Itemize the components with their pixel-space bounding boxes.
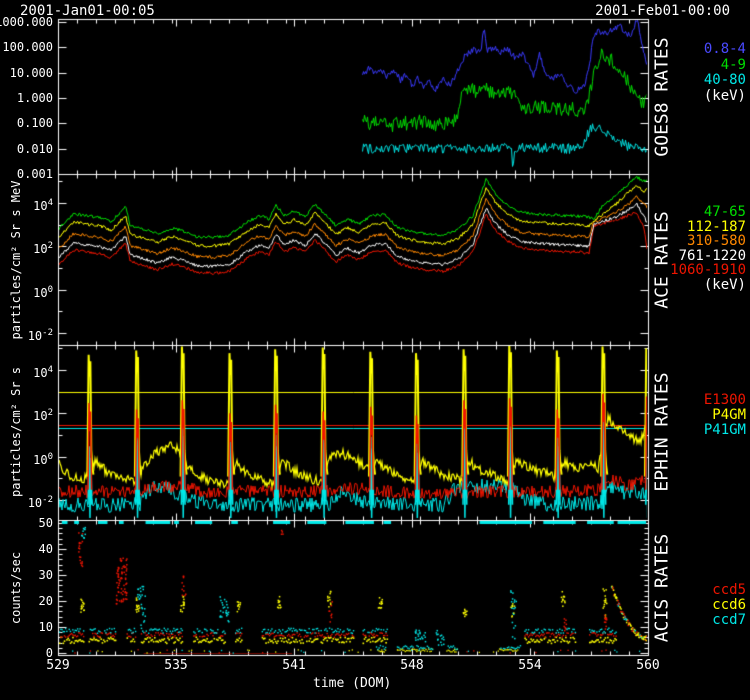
- y-tick-label-ace-2: 100: [0, 283, 53, 297]
- x-tick-label-560: 560: [618, 658, 678, 673]
- legend-acis-0: ccd5: [636, 583, 746, 598]
- legend-ephin-0: E1300: [636, 393, 746, 408]
- title-end-time: 2001-Feb01-00:00: [595, 3, 730, 19]
- legend-goes8-1: 4-9: [636, 58, 746, 73]
- y-tick-label-goes8-0: 1000.000: [0, 15, 53, 29]
- y-tick-label-acis-0: 50: [0, 516, 53, 530]
- legend-acis-2: ccd7: [636, 613, 746, 628]
- x-tick-label-535: 535: [146, 658, 206, 673]
- y-tick-label-ace-3: 10-2: [0, 326, 53, 340]
- legend-goes8-2: 40-80: [636, 73, 746, 88]
- y-tick-label-goes8-4: 0.100: [0, 116, 53, 130]
- y-tick-label-goes8-1: 100.000: [0, 40, 53, 54]
- x-tick-label-548: 548: [382, 658, 442, 673]
- legend-ace-5: (keV): [636, 278, 746, 293]
- y-tick-label-acis-2: 30: [0, 568, 53, 582]
- x-tick-label-541: 541: [264, 658, 324, 673]
- y-tick-label-goes8-2: 10.000: [0, 66, 53, 80]
- x-tick-label-529: 529: [28, 658, 88, 673]
- legend-acis-1: ccd6: [636, 598, 746, 613]
- legend-ace-2: 310-580: [636, 234, 746, 249]
- legend-ephin-2: P41GM: [636, 423, 746, 438]
- y-tick-label-ace-0: 104: [0, 196, 53, 210]
- legend-goes8-0: 0.8-4: [636, 42, 746, 57]
- y-tick-label-goes8-6: 0.001: [0, 167, 53, 181]
- x-axis-label: time (DOM): [313, 676, 391, 691]
- plot-page: { "titles": {"left": "2001-Jan01-00:05",…: [0, 0, 750, 700]
- x-tick-label-554: 554: [500, 658, 560, 673]
- y-tick-label-ace-1: 102: [0, 239, 53, 253]
- y-tick-label-ephin-3: 10-2: [0, 493, 53, 507]
- legend-goes8-3: (keV): [636, 89, 746, 104]
- y-tick-label-goes8-5: 0.010: [0, 142, 53, 156]
- legend-ace-0: 47-65: [636, 205, 746, 220]
- y-tick-label-ephin-1: 102: [0, 406, 53, 420]
- y-tick-label-acis-1: 40: [0, 542, 53, 556]
- y-tick-label-ephin-2: 100: [0, 450, 53, 464]
- y-tick-label-ephin-0: 104: [0, 363, 53, 377]
- legend-ephin-1: P4GM: [636, 408, 746, 423]
- y-tick-label-acis-3: 20: [0, 594, 53, 608]
- y-axis-label-ephin: particles/cm² Sr s: [9, 367, 23, 497]
- y-tick-label-goes8-3: 1.000: [0, 91, 53, 105]
- y-tick-label-acis-4: 10: [0, 620, 53, 634]
- y-axis-label-acis: counts/sec: [9, 552, 23, 624]
